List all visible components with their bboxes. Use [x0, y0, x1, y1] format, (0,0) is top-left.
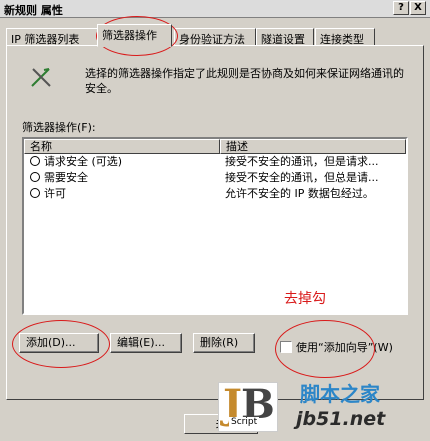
- description-text: 选择的筛选器操作指定了此规则是否协商及如何来保证网络通讯的安全。: [85, 67, 404, 95]
- radio-icon[interactable]: [30, 156, 40, 166]
- remove-button[interactable]: 删除(R): [193, 333, 255, 353]
- item-name: 需要安全: [44, 171, 88, 184]
- watermark-url: jb51.net: [296, 408, 386, 430]
- item-name: 请求安全 (可选): [44, 155, 123, 168]
- radio-icon[interactable]: [30, 188, 40, 198]
- item-description: 允许不安全的 IP 数据包经过。: [225, 187, 374, 200]
- title-bar: 新规则 属性 ? X: [0, 0, 430, 18]
- logo-script-label: Script: [229, 417, 260, 427]
- annotation-circle-add: [12, 320, 110, 368]
- tab-connection-type[interactable]: 连接类型: [315, 28, 375, 46]
- watermark-logo: J B Script: [218, 381, 278, 432]
- item-description: 接受不安全的通讯，但是请求...: [225, 155, 379, 168]
- column-name[interactable]: 名称: [24, 139, 220, 154]
- item-description: 接受不安全的通讯，但总是请...: [225, 171, 379, 184]
- tab-strip: IP 筛选器列表 筛选器操作 身份验证方法 隧道设置 连接类型: [0, 24, 430, 47]
- annotation-circle-wizard: [275, 320, 375, 378]
- list-item[interactable]: 需要安全 接受不安全的通讯，但总是请...: [24, 171, 406, 185]
- help-button[interactable]: ?: [393, 1, 409, 15]
- column-description[interactable]: 描述: [220, 139, 406, 154]
- radio-icon[interactable]: [30, 172, 40, 182]
- edit-button[interactable]: 编辑(E)...: [110, 333, 182, 353]
- annotation-text: 去掉勾: [284, 291, 326, 307]
- tab-filter-action[interactable]: 筛选器操作: [97, 24, 172, 47]
- tab-ip-filter-list[interactable]: IP 筛选器列表: [6, 28, 98, 46]
- list-item[interactable]: 许可 允许不安全的 IP 数据包经过。: [24, 187, 406, 201]
- tab-auth-methods[interactable]: 身份验证方法: [174, 28, 256, 46]
- list-item[interactable]: 请求安全 (可选) 接受不安全的通讯，但是请求...: [24, 155, 406, 169]
- list-header: 名称 描述: [24, 139, 406, 155]
- filter-action-list[interactable]: 名称 描述 请求安全 (可选) 接受不安全的通讯，但是请求... 需要安全 接受…: [22, 137, 408, 315]
- filter-action-label: 筛选器操作(F):: [22, 121, 96, 134]
- window-title: 新规则 属性: [4, 4, 63, 17]
- close-window-button[interactable]: X: [410, 1, 426, 15]
- watermark-site-name: 脚本之家: [300, 382, 380, 406]
- tab-tunnel-settings[interactable]: 隧道设置: [256, 28, 314, 46]
- item-name: 许可: [44, 187, 66, 200]
- crossed-swords-icon: [31, 68, 51, 87]
